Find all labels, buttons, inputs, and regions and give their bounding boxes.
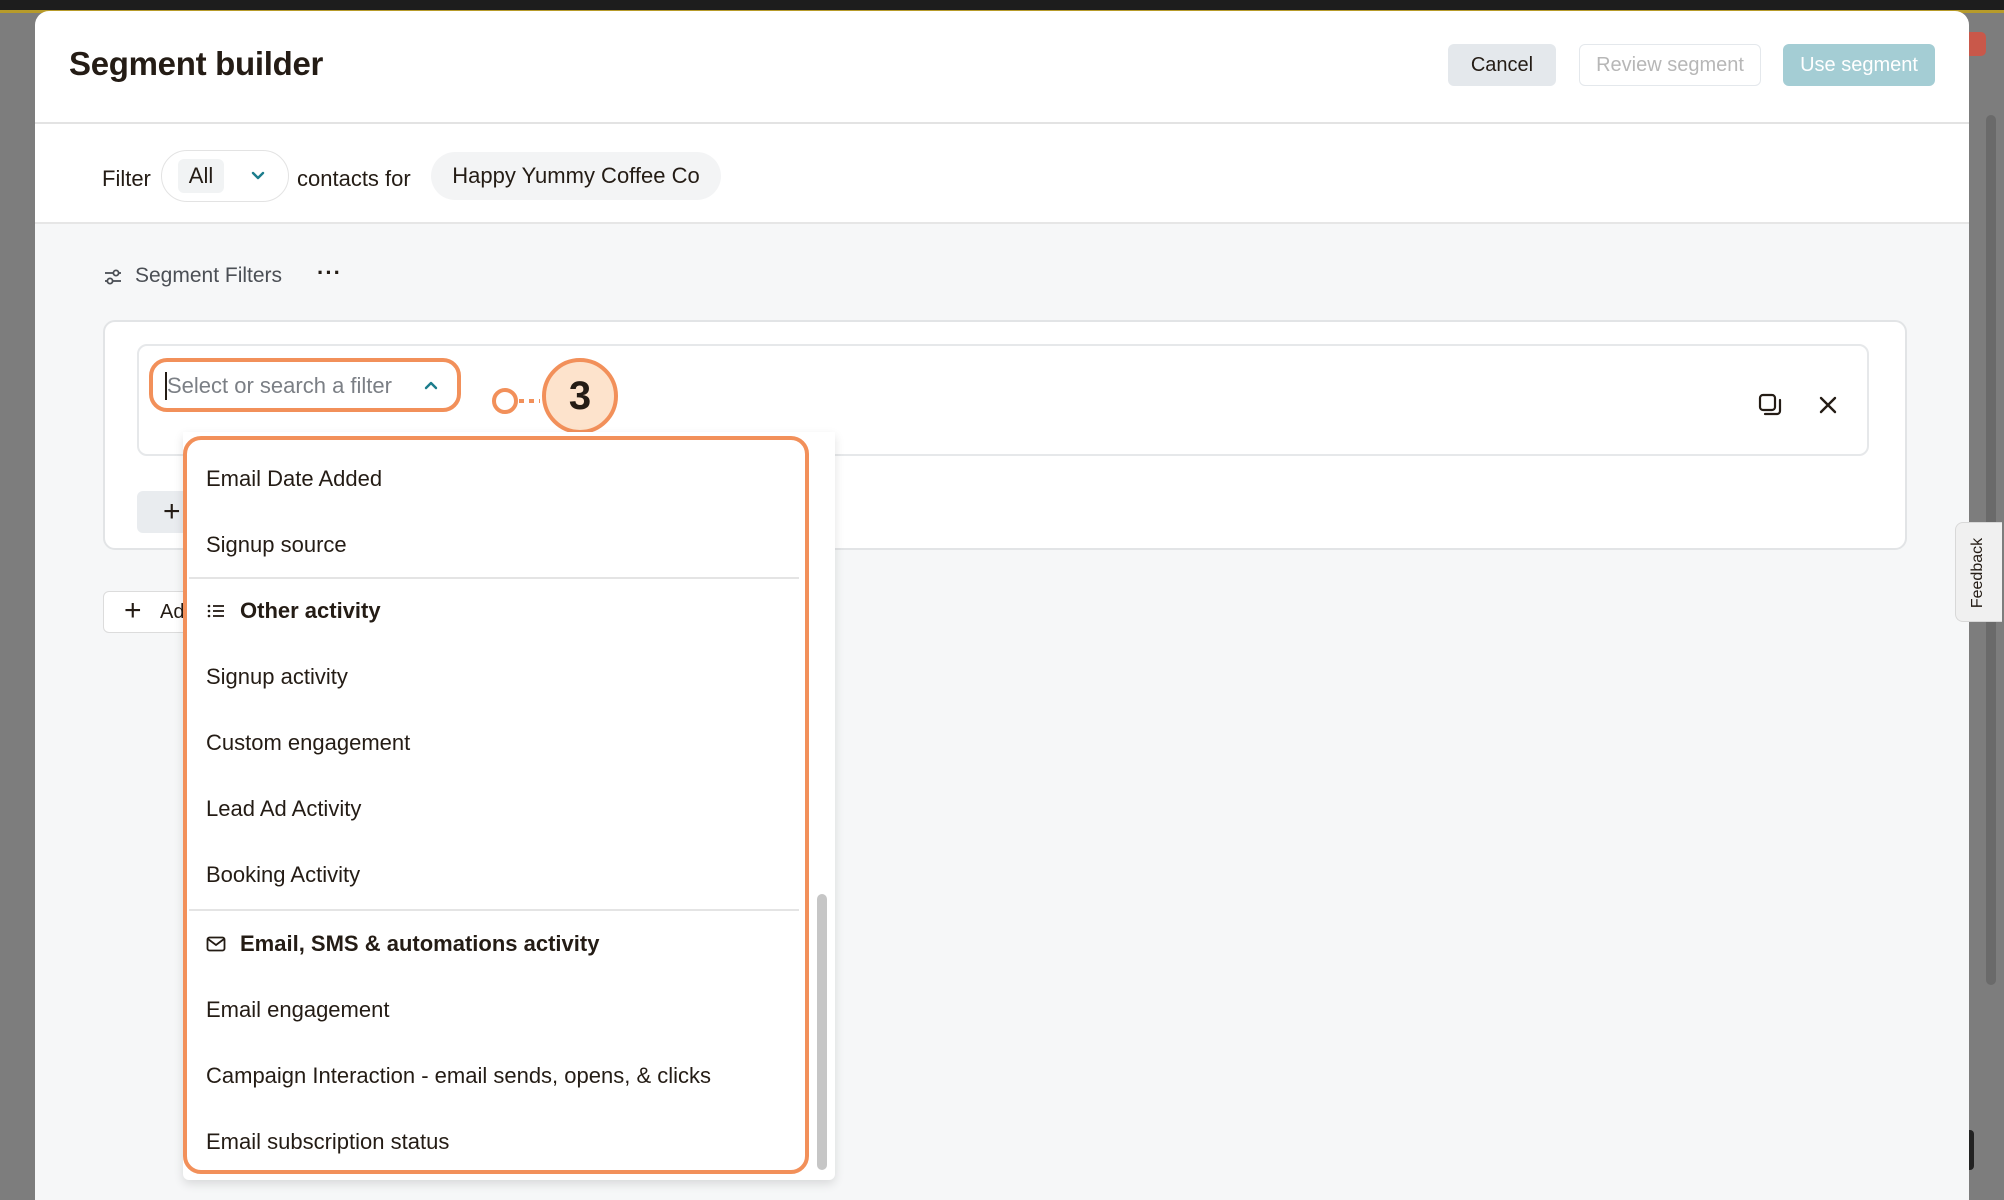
contacts-for-label: contacts for: [297, 166, 411, 191]
plus-icon: +: [163, 495, 181, 528]
dropdown-option[interactable]: Signup activity: [206, 664, 348, 690]
close-icon[interactable]: [1817, 394, 1839, 416]
dropdown-option[interactable]: Email subscription status: [206, 1129, 449, 1155]
dropdown-option[interactable]: Campaign Interaction - email sends, open…: [206, 1063, 711, 1089]
more-options-icon[interactable]: ···: [317, 260, 342, 286]
segment-filters-label: Segment Filters: [135, 264, 283, 287]
feedback-label: Feedback: [1969, 537, 1986, 609]
dropdown-divider: [189, 909, 799, 911]
filter-dropdown-menu: Email Date Added Signup source Other act…: [183, 432, 835, 1180]
add-filter-group-label: Ad: [160, 601, 185, 623]
callout-connector: [492, 388, 540, 414]
plus-icon: +: [124, 594, 142, 627]
dropdown-option[interactable]: Booking Activity: [206, 862, 360, 888]
modal-title: Segment builder: [69, 45, 324, 82]
list-icon: [207, 604, 224, 618]
match-type-value: All: [178, 159, 224, 193]
feedback-tab[interactable]: Feedback: [1955, 522, 2002, 622]
window-top-strip: [0, 0, 2004, 10]
modal-header: Segment builder Cancel Review segment Us…: [35, 11, 1969, 124]
dropdown-group-header: Email, SMS & automations activity: [206, 931, 599, 957]
duplicate-icon[interactable]: [1757, 392, 1783, 418]
chevron-down-icon: [251, 171, 265, 180]
dropdown-group-label: Other activity: [240, 598, 381, 623]
filter-select-combobox[interactable]: [149, 358, 461, 412]
filter-search-input[interactable]: [167, 372, 407, 400]
dropdown-divider: [189, 577, 799, 579]
dropdown-option[interactable]: Custom engagement: [206, 730, 410, 756]
audience-name-pill: Happy Yummy Coffee Co: [431, 152, 721, 200]
envelope-icon: [206, 936, 226, 952]
chevron-up-icon: [424, 381, 438, 390]
filter-label: Filter: [102, 166, 151, 191]
match-type-select[interactable]: All: [161, 150, 289, 202]
sliders-icon: [105, 269, 121, 285]
dropdown-group-header: Other activity: [206, 598, 381, 624]
dropdown-option[interactable]: Signup source: [206, 532, 347, 558]
use-segment-button[interactable]: Use segment: [1783, 44, 1935, 86]
dropdown-option[interactable]: Lead Ad Activity: [206, 796, 361, 822]
review-segment-button[interactable]: Review segment: [1579, 44, 1761, 86]
dropdown-scrollbar[interactable]: [817, 894, 827, 1170]
dropdown-group-label: Email, SMS & automations activity: [240, 931, 600, 956]
dropdown-option[interactable]: Email Date Added: [206, 466, 382, 492]
dropdown-option[interactable]: Email engagement: [206, 997, 389, 1023]
text-cursor: [165, 372, 167, 400]
cancel-button[interactable]: Cancel: [1448, 44, 1556, 86]
filter-bar: Filter All contacts for Happy Yummy Coff…: [35, 124, 1969, 224]
step-callout-badge: 3: [542, 358, 618, 434]
